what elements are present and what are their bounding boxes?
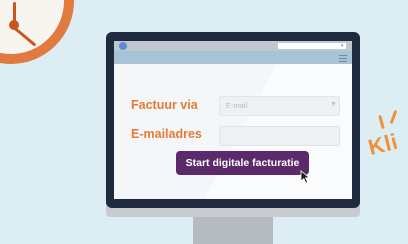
chevron-down-icon: ▼ — [330, 101, 337, 108]
invoice-via-placeholder: E-mail — [226, 101, 248, 110]
menu-icon[interactable] — [339, 55, 347, 64]
window-dot-icon — [119, 42, 127, 50]
invoice-via-select[interactable]: E-mail ▼ — [219, 96, 340, 116]
illustration-scene: Kli ▾ Factuur via E-mail ▼ E-mailadres S… — [0, 0, 408, 244]
email-label: E-mailadres — [131, 127, 202, 141]
start-digital-invoicing-button[interactable]: Start digitale facturatie — [176, 151, 309, 175]
window-titlebar: ▾ — [114, 41, 352, 51]
browser-window: ▾ Factuur via E-mail ▼ E-mailadres Start… — [114, 41, 352, 199]
monitor: ▾ Factuur via E-mail ▼ E-mailadres Start… — [106, 32, 360, 208]
monitor-stand — [193, 217, 273, 244]
side-text: Kli — [365, 128, 401, 161]
invoice-via-label: Factuur via — [131, 98, 198, 112]
titlebar-field — [278, 43, 346, 49]
chevron-down-icon: ▾ — [341, 43, 344, 49]
address-bar — [114, 51, 352, 64]
email-field[interactable] — [219, 126, 340, 146]
mouse-pointer-icon — [300, 170, 311, 184]
